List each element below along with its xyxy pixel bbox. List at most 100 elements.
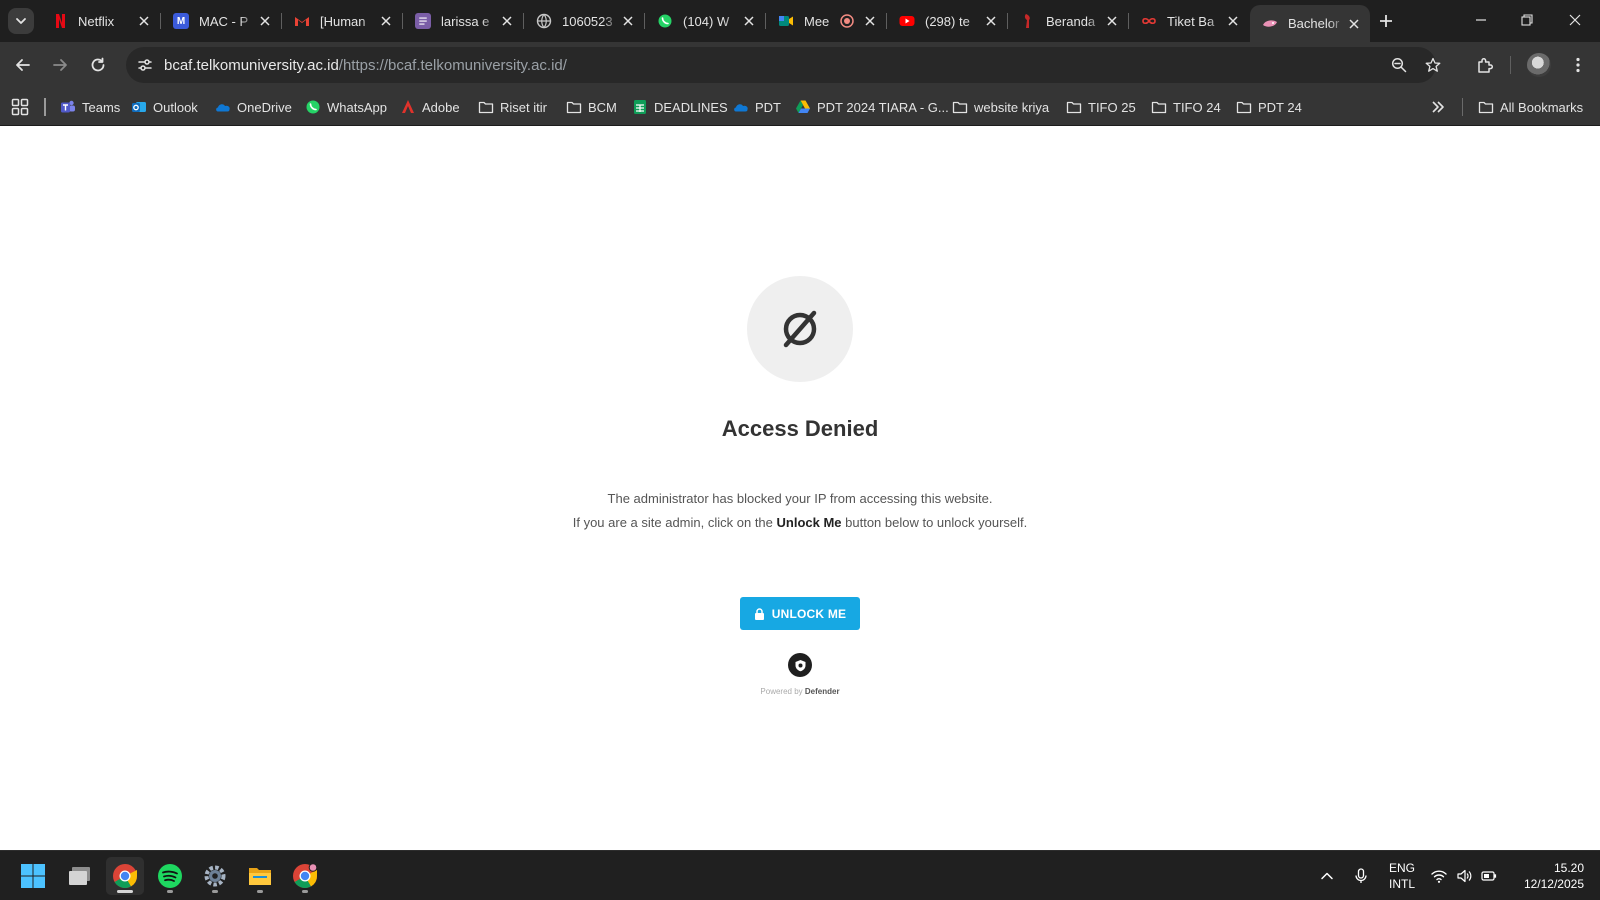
zoom-button[interactable] — [1386, 52, 1412, 78]
url-path: /https://bcaf.telkomuniversity.ac.id/ — [338, 56, 567, 74]
all-bookmarks-button[interactable]: All Bookmarks — [1478, 96, 1583, 118]
youtube-icon — [899, 13, 915, 29]
bookmark-star-button[interactable] — [1420, 52, 1446, 78]
tab-whatsapp[interactable]: (104) W — [645, 5, 765, 37]
all-bookmarks-label: All Bookmarks — [1500, 99, 1584, 115]
new-tab-button[interactable] — [1374, 9, 1398, 33]
close-icon — [1569, 14, 1581, 26]
tab-1060523[interactable]: 1060523 — [524, 5, 644, 37]
tab-gmail[interactable]: [Human — [282, 5, 402, 37]
forward-button[interactable] — [44, 49, 76, 81]
tab-title: (104) W — [683, 13, 730, 29]
bookmark-deadlines[interactable]: DEADLINES — [632, 96, 728, 118]
profile-button[interactable] — [1523, 49, 1555, 81]
close-tab-icon[interactable] — [620, 13, 636, 29]
close-tab-icon[interactable] — [862, 13, 878, 29]
close-tab-icon[interactable] — [136, 13, 152, 29]
bookmark-website-kriya[interactable]: website kriya — [952, 96, 1049, 118]
tab-mac[interactable]: M MAC - P — [161, 5, 281, 37]
url-text: bcaf.telkomuniversity.ac.id/https://bcaf… — [164, 57, 567, 74]
chrome-icon — [293, 863, 318, 889]
system-clock[interactable]: 15.20 12/12/2025 — [1500, 860, 1584, 892]
bookmark-tifo-24[interactable]: TIFO 24 — [1151, 96, 1221, 118]
bookmarks-overflow-button[interactable] — [1430, 96, 1452, 118]
bookmark-teams[interactable]: Teams — [60, 96, 120, 118]
bookmark-label: Outlook — [153, 99, 198, 115]
bookmark-label: OneDrive — [237, 99, 292, 115]
close-tab-icon[interactable] — [257, 13, 273, 29]
start-button[interactable] — [14, 857, 52, 895]
bookmark-onedrive[interactable]: OneDrive — [215, 96, 292, 118]
tab-search-button[interactable] — [8, 8, 34, 34]
lang-top: ENG — [1388, 861, 1415, 875]
tab-youtube[interactable]: (298) te — [887, 5, 1007, 37]
back-button[interactable] — [7, 49, 39, 81]
tab-title: 1060523 — [562, 13, 613, 29]
bookmark-pdt[interactable]: PDT — [733, 96, 781, 118]
taskbar-chrome[interactable] — [106, 857, 144, 895]
extensions-button[interactable] — [1469, 49, 1501, 81]
windows-icon — [21, 864, 45, 888]
running-indicator — [117, 890, 133, 893]
close-tab-icon[interactable] — [741, 13, 757, 29]
show-hidden-icons-button[interactable] — [1316, 851, 1338, 900]
running-indicator — [257, 890, 263, 893]
bookmark-riset-itir[interactable]: Riset itir — [478, 96, 547, 118]
close-tab-icon[interactable] — [1104, 13, 1120, 29]
zoom-out-icon — [1391, 57, 1407, 73]
apps-grid-icon[interactable] — [11, 98, 29, 116]
minimize-button[interactable] — [1458, 0, 1504, 40]
bookmark-pdt-24[interactable]: PDT 24 — [1236, 96, 1302, 118]
tab-strip: Netflix M MAC - P [Human larissa e 10605… — [0, 0, 1600, 42]
taskbar-file-explorer[interactable] — [241, 857, 279, 895]
task-view-button[interactable] — [61, 857, 99, 895]
unlock-me-label: UNLOCK ME — [771, 606, 847, 621]
close-tab-icon[interactable] — [378, 13, 394, 29]
restore-button[interactable] — [1504, 0, 1550, 40]
bookmark-label: BCM — [588, 99, 617, 115]
microphone-button[interactable] — [1350, 851, 1372, 900]
battery-button[interactable] — [1478, 851, 1500, 900]
tab-netflix[interactable]: Netflix — [40, 5, 160, 37]
tab-bachelor[interactable]: Bachelor — [1250, 5, 1370, 42]
close-tab-icon[interactable] — [1346, 16, 1362, 32]
tab-tiket[interactable]: Tiket Ba — [1129, 5, 1249, 37]
wifi-button[interactable] — [1428, 851, 1450, 900]
arrow-left-icon — [16, 59, 30, 71]
taskbar-spotify[interactable] — [151, 857, 189, 895]
spotify-icon — [158, 864, 182, 888]
taskbar-settings[interactable] — [196, 857, 234, 895]
menu-button[interactable] — [1562, 49, 1594, 81]
tab-beranda[interactable]: Beranda — [1008, 5, 1128, 37]
tab-larissa[interactable]: larissa e — [403, 5, 523, 37]
running-indicator — [302, 890, 308, 893]
bookmark-label: PDT 24 — [1258, 99, 1302, 115]
close-tab-icon[interactable] — [499, 13, 515, 29]
bookmark-tifo-25[interactable]: TIFO 25 — [1066, 96, 1136, 118]
tab-title: Mee — [804, 13, 830, 29]
sheets-icon — [632, 99, 648, 115]
input-language-indicator[interactable]: ENG INTL — [1380, 860, 1424, 892]
url-host: bcaf.telkomuniversity.ac.id — [164, 56, 339, 74]
teams-icon — [60, 99, 76, 115]
bookmark-whatsapp[interactable]: WhatsApp — [305, 96, 387, 118]
close-tab-icon[interactable] — [1225, 13, 1241, 29]
site-info-button[interactable] — [132, 52, 158, 78]
tab-meet[interactable]: Mee — [766, 5, 886, 37]
powered-prefix: Powered by — [760, 687, 805, 696]
toolbar-separator — [1510, 56, 1511, 74]
bookmark-bcm[interactable]: BCM — [566, 96, 617, 118]
bookmark-adobe[interactable]: Adobe — [400, 96, 460, 118]
reload-button[interactable] — [82, 49, 114, 81]
taskbar-chrome-profile[interactable] — [286, 857, 324, 895]
bookmark-outlook[interactable]: Outlook — [131, 96, 198, 118]
meet-icon — [778, 13, 794, 29]
close-window-button[interactable] — [1552, 0, 1598, 40]
close-tab-icon[interactable] — [983, 13, 999, 29]
unlock-me-button[interactable]: UNLOCK ME — [740, 597, 860, 630]
volume-button[interactable] — [1453, 851, 1475, 900]
reload-icon — [91, 57, 105, 72]
bookmark-pdt-2024-tiara[interactable]: PDT 2024 TIARA - G... — [795, 96, 949, 118]
running-indicator — [167, 890, 173, 893]
address-bar[interactable]: bcaf.telkomuniversity.ac.id/https://bcaf… — [126, 47, 1441, 83]
